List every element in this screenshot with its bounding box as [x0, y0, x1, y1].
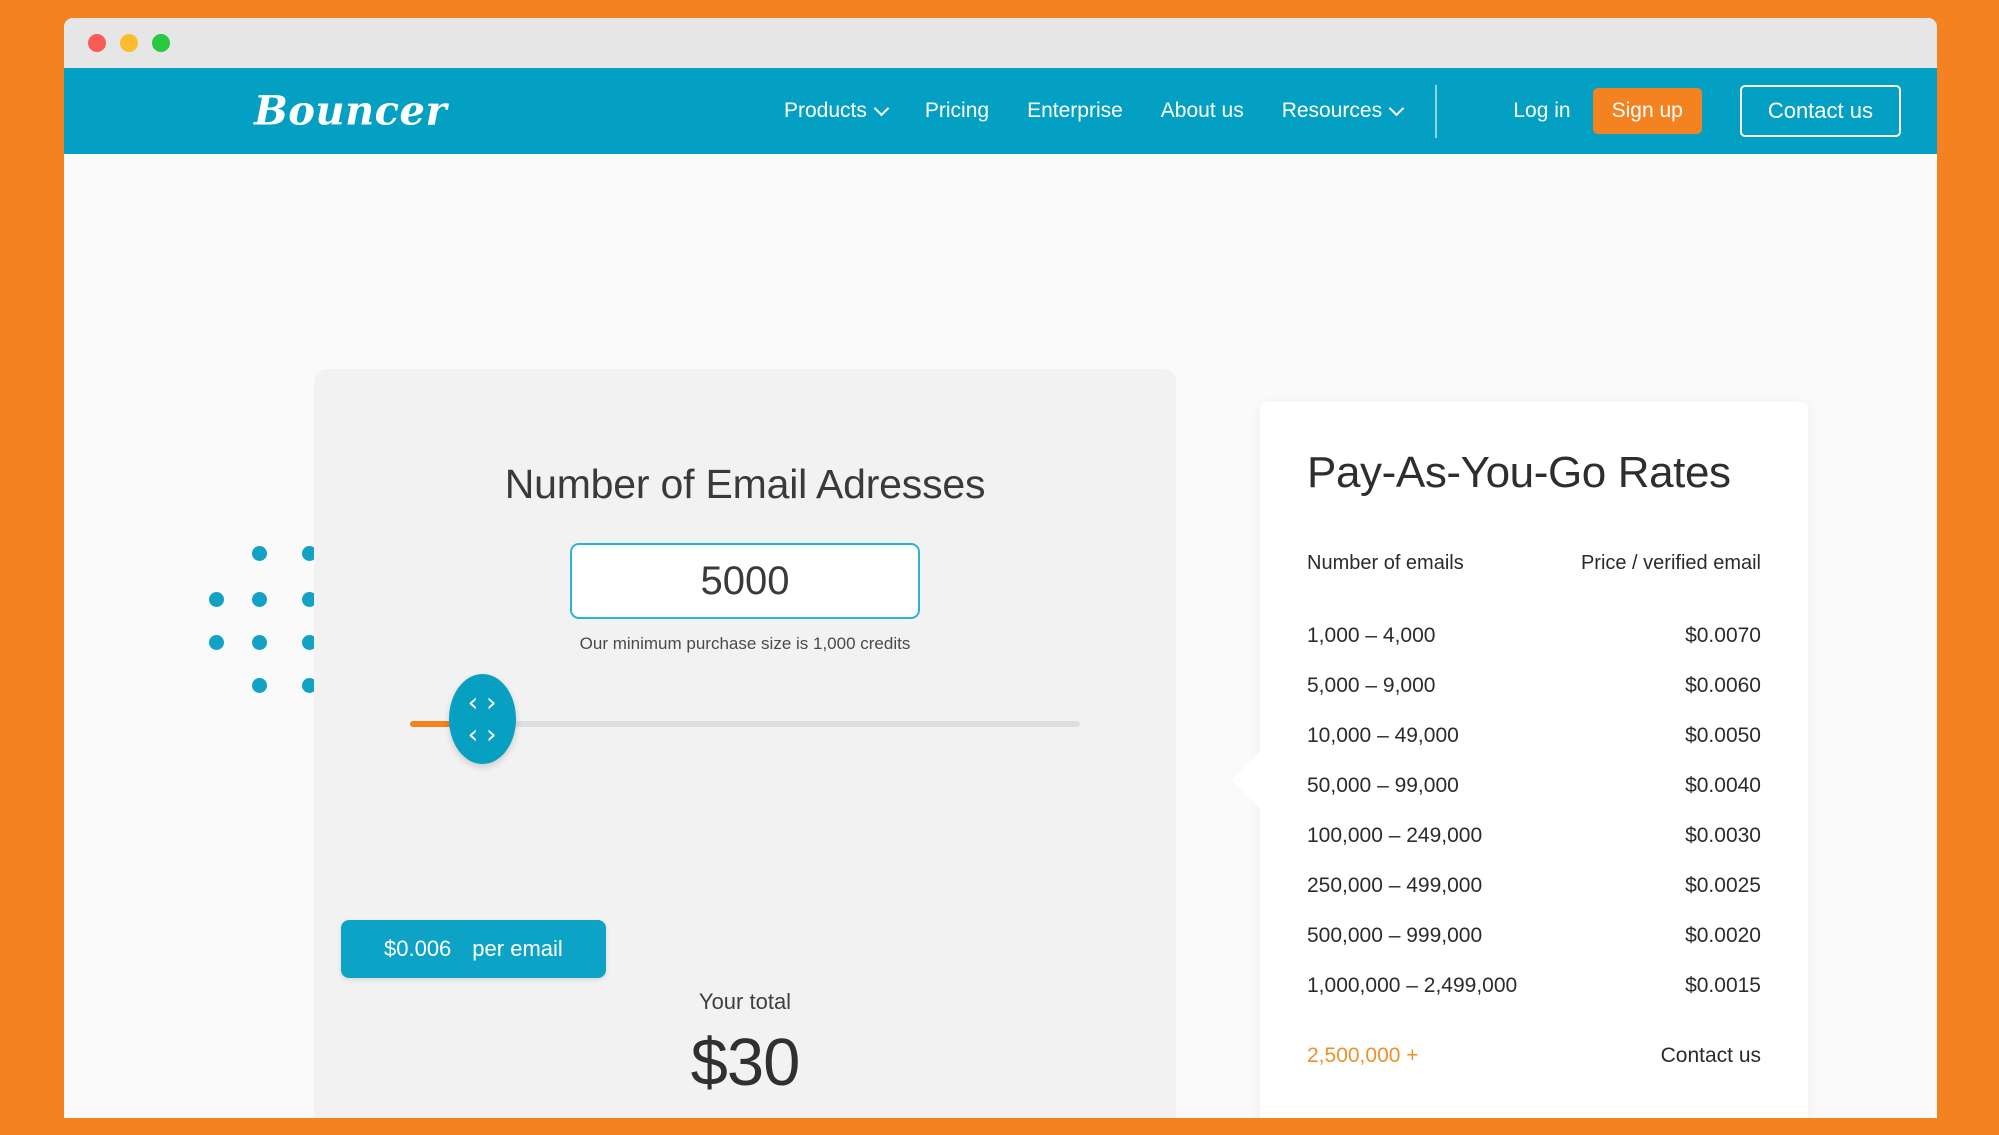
rates-card: Pay-As-You-Go Rates Number of emails Pri… — [1232, 402, 1808, 1118]
close-window-button[interactable] — [88, 34, 106, 52]
table-header-row: Number of emails Price / verified email — [1307, 552, 1761, 611]
nav-item-resources-label: Resources — [1281, 99, 1383, 122]
rate-price: $0.0050 — [1685, 724, 1761, 747]
rate-range: 50,000 – 99,000 — [1307, 774, 1459, 797]
table-row: 100,000 – 249,000 $0.0030 — [1307, 811, 1761, 861]
bouncer-logo[interactable]: Bouncer — [254, 88, 447, 135]
decorative-dot — [252, 678, 267, 693]
nav-item-about-us[interactable]: About us — [1161, 99, 1244, 123]
contact-us-button[interactable]: Contact us — [1739, 85, 1901, 137]
table-row: 250,000 – 499,000 $0.0025 — [1307, 861, 1761, 911]
chevron-down-icon — [873, 100, 890, 116]
minimum-purchase-note: Our minimum purchase size is 1,000 credi… — [579, 634, 911, 653]
unit-price-badge: $0.006 per email — [341, 920, 606, 978]
rate-price: $0.0030 — [1685, 824, 1761, 847]
rate-range: 100,000 – 249,000 — [1307, 824, 1483, 847]
maximize-window-button[interactable] — [152, 34, 170, 52]
rate-price: $0.0070 — [1685, 624, 1761, 647]
rate-price: $0.0015 — [1685, 974, 1761, 997]
rate-price: $0.0025 — [1685, 874, 1761, 897]
table-row: 1,000,000 – 2,499,000 $0.0015 — [1307, 961, 1761, 1011]
rate-range: 1,000 – 4,000 — [1307, 624, 1436, 647]
nav-actions: Log in Sign up Contact us — [1513, 85, 1901, 137]
primary-nav: Products Pricing Enterprise About us Res… — [784, 99, 1405, 123]
table-row: 50,000 – 99,000 $0.0040 — [1307, 761, 1761, 811]
nav-item-pricing[interactable]: Pricing — [925, 99, 989, 123]
rate-range-enterprise: 2,500,000 + — [1307, 1044, 1419, 1067]
nav-item-products-label: Products — [784, 99, 867, 122]
rates-table: Number of emails Price / verified email … — [1307, 552, 1761, 1081]
decorative-dot — [252, 592, 267, 607]
unit-price-value: $0.006 — [384, 936, 452, 961]
rates-card-pointer — [1232, 750, 1261, 810]
rate-range: 250,000 – 499,000 — [1307, 874, 1483, 897]
nav-item-enterprise[interactable]: Enterprise — [1027, 99, 1123, 123]
email-count-input[interactable]: 5000 — [570, 543, 920, 619]
rate-range: 5,000 – 9,000 — [1307, 674, 1436, 697]
email-count-slider[interactable]: ‹ › ‹ › — [410, 674, 1080, 764]
page-content: Number of Email Adresses 5000 Our minimu… — [64, 154, 1937, 1118]
total-amount: $30 — [690, 1025, 801, 1100]
table-row: 5,000 – 9,000 $0.0060 — [1307, 661, 1761, 711]
chevron-down-icon — [1388, 100, 1405, 116]
table-row: 500,000 – 999,000 $0.0020 — [1307, 911, 1761, 961]
calculator-title: Number of Email Adresses — [504, 461, 986, 507]
column-header-emails: Number of emails — [1307, 552, 1464, 574]
rate-price: $0.0060 — [1685, 674, 1761, 697]
nav-item-resources[interactable]: Resources — [1281, 99, 1405, 123]
chevron-pair-down-icon: ‹ › — [467, 720, 497, 750]
table-row: 1,000 – 4,000 $0.0070 — [1307, 611, 1761, 661]
rates-title: Pay-As-You-Go Rates — [1307, 448, 1731, 497]
decorative-dot — [209, 592, 224, 607]
nav-item-products[interactable]: Products — [784, 99, 890, 123]
rates-table-body: 1,000 – 4,000 $0.0070 5,000 – 9,000 $0.0060… — [1307, 611, 1761, 1081]
rate-range: 500,000 – 999,000 — [1307, 924, 1483, 947]
rate-price: $0.0020 — [1685, 924, 1761, 947]
decorative-dot — [252, 546, 267, 561]
decorative-dot — [252, 635, 267, 650]
sign-up-button[interactable]: Sign up — [1592, 88, 1702, 134]
log-in-link[interactable]: Log in — [1513, 99, 1570, 123]
minimize-window-button[interactable] — [120, 34, 138, 52]
rate-range: 10,000 – 49,000 — [1307, 724, 1459, 747]
unit-price-label: per email — [472, 936, 563, 961]
slider-thumb[interactable]: ‹ › ‹ › — [448, 674, 516, 764]
table-row-contact[interactable]: 2,500,000 + Contact us — [1307, 1011, 1761, 1081]
decorative-dot-pattern — [192, 530, 322, 693]
site-navbar: Bouncer Products Pricing Enterprise Abou… — [64, 68, 1937, 154]
total-label: Your total — [698, 989, 792, 1014]
decorative-dot — [209, 635, 224, 650]
rate-contact-us-link[interactable]: Contact us — [1552, 1011, 1761, 1081]
rate-price: $0.0040 — [1685, 774, 1761, 797]
browser-titlebar — [64, 18, 1937, 68]
pricing-calculator-card: Number of Email Adresses 5000 Our minimu… — [314, 369, 1176, 1118]
chevron-pair-up-icon: ‹ › — [467, 688, 497, 718]
nav-divider — [1435, 85, 1437, 138]
column-header-price: Price / verified email — [1580, 552, 1761, 574]
table-row: 10,000 – 49,000 $0.0050 — [1307, 711, 1761, 761]
browser-window: Bouncer Products Pricing Enterprise Abou… — [64, 18, 1937, 1118]
rate-range: 1,000,000 – 2,499,000 — [1307, 974, 1518, 997]
